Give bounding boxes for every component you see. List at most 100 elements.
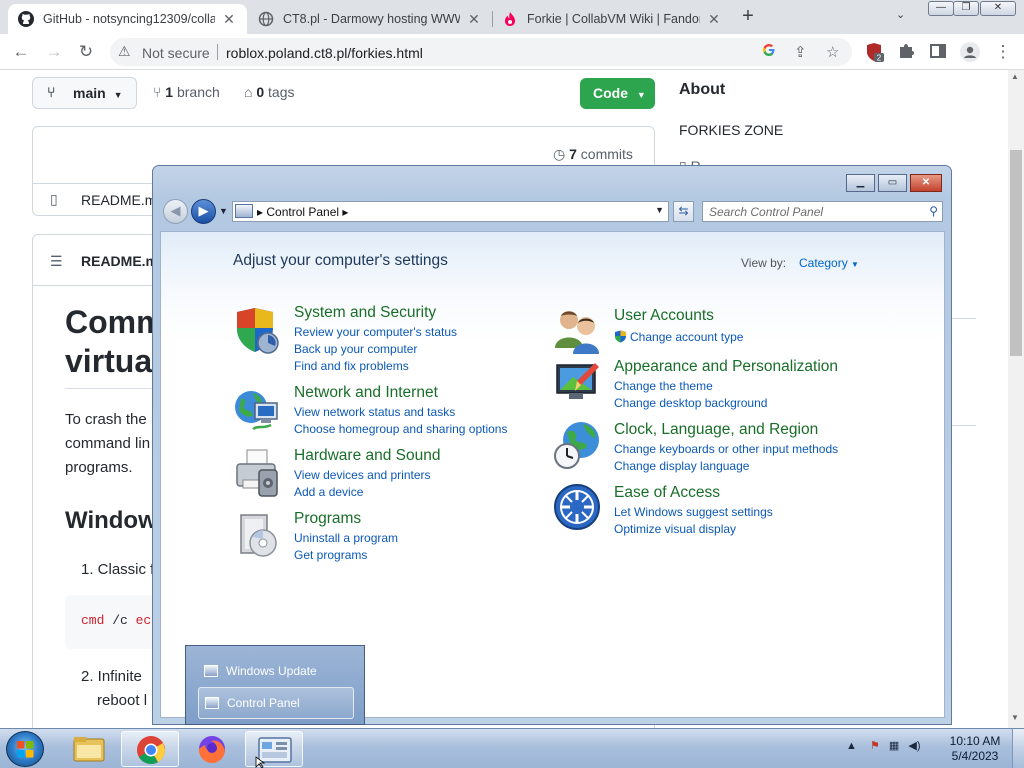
link-suggest-settings[interactable]: Let Windows suggest settings (614, 505, 773, 519)
list-item: reboot l (97, 692, 148, 709)
appearance-icon[interactable] (553, 359, 603, 409)
shield-icon[interactable] (233, 306, 283, 356)
link-review-status[interactable]: Review your computer's status (294, 325, 457, 339)
google-icon[interactable] (762, 43, 776, 61)
link-change-keyboards[interactable]: Change keyboards or other input methods (614, 442, 838, 456)
users-icon[interactable] (553, 306, 603, 356)
code-button[interactable]: Code ▼ (580, 78, 655, 109)
firefox-taskbar-button[interactable] (183, 731, 241, 767)
scrollbar-thumb[interactable] (1010, 150, 1022, 356)
view-by-dropdown[interactable]: Category ▼ (799, 256, 859, 270)
close-icon[interactable]: ✕ (706, 11, 722, 28)
network-icon[interactable] (233, 385, 283, 435)
category-system-security[interactable]: System and Security (294, 304, 436, 322)
warning-icon[interactable]: ⚠ (118, 43, 131, 60)
branch-select-button[interactable]: ⑂ main ▼ (32, 77, 137, 109)
cp-minimize-button[interactable]: ▁ (846, 174, 875, 192)
profile-avatar-icon[interactable] (960, 42, 980, 62)
link-change-theme[interactable]: Change the theme (614, 379, 713, 393)
new-tab-button[interactable]: + (737, 6, 759, 28)
tag-icon: ⌂ (244, 84, 253, 100)
globe-clock-icon[interactable] (553, 420, 603, 470)
link-find-fix[interactable]: Find and fix problems (294, 359, 409, 373)
window-close-button[interactable]: ✕ (980, 1, 1016, 16)
page-scrollbar[interactable]: ▲ ▼ (1008, 70, 1024, 728)
share-icon[interactable]: ⇪ (794, 43, 807, 61)
link-get-programs[interactable]: Get programs (294, 548, 367, 562)
scroll-down-icon[interactable]: ▼ (1011, 713, 1019, 722)
category-ease-of-access[interactable]: Ease of Access (614, 484, 720, 502)
show-hidden-icons[interactable]: ▲ (846, 740, 857, 752)
tab-ct8[interactable]: CT8.pl - Darmowy hosting WWW ✕ (248, 4, 492, 34)
forward-arrow-icon[interactable]: → (44, 42, 64, 62)
system-clock[interactable]: 10:10 AM 5/4/2023 (944, 734, 1006, 764)
readme-paragraph-line: programs. (65, 459, 133, 476)
cp-maximize-button[interactable]: ▭ (878, 174, 907, 192)
scroll-up-icon[interactable]: ▲ (1011, 72, 1019, 81)
link-back-up[interactable]: Back up your computer (294, 342, 417, 356)
tab-github[interactable]: GitHub - notsyncing12309/collab ✕ (8, 4, 247, 34)
link-add-device[interactable]: Add a device (294, 485, 363, 499)
link-uninstall[interactable]: Uninstall a program (294, 531, 398, 545)
taskbar-thumbnail-list: Windows Update Control Panel (185, 645, 365, 725)
link-optimize-display[interactable]: Optimize visual display (614, 522, 736, 536)
action-center-icon[interactable]: ⚑ (870, 740, 880, 752)
search-control-panel-input[interactable]: Search Control Panel ⚲ (702, 201, 943, 222)
printer-icon[interactable] (233, 448, 283, 498)
uac-shield-icon (614, 330, 627, 343)
list-icon[interactable]: ☰ (50, 253, 63, 270)
security-label[interactable]: Not secure (142, 45, 210, 61)
close-icon[interactable]: ✕ (466, 11, 482, 28)
search-icon[interactable]: ⚲ (929, 204, 938, 218)
tab-fandom[interactable]: Forkie | CollabVM Wiki | Fandom ✕ (492, 4, 732, 34)
category-clock-language[interactable]: Clock, Language, and Region (614, 421, 818, 439)
link-display-language[interactable]: Change display language (614, 459, 749, 473)
explorer-taskbar-button[interactable] (60, 731, 118, 767)
programs-icon[interactable] (233, 511, 283, 561)
show-desktop-button[interactable] (1012, 729, 1024, 768)
bookmark-star-icon[interactable]: ☆ (826, 43, 839, 61)
maximize-button[interactable]: ❐ (953, 1, 979, 16)
start-button[interactable] (6, 731, 44, 767)
accessibility-icon[interactable] (553, 483, 603, 533)
side-panel-icon[interactable] (928, 42, 948, 62)
url-text[interactable]: roblox.poland.ct8.pl/forkies.html (226, 45, 423, 61)
close-icon[interactable]: ✕ (221, 11, 237, 28)
control-panel-taskbar-button[interactable] (245, 731, 303, 767)
reload-icon[interactable]: ↻ (76, 42, 96, 62)
link-network-status[interactable]: View network status and tasks (294, 405, 455, 419)
history-dropdown-icon[interactable]: ▼ (219, 206, 228, 216)
link-change-account-type[interactable]: Change account type (630, 330, 743, 344)
category-hardware-sound[interactable]: Hardware and Sound (294, 447, 441, 465)
commits-link[interactable]: ◷ 7 commits (553, 146, 633, 163)
cp-close-button[interactable]: ✕ (910, 174, 942, 192)
category-network-internet[interactable]: Network and Internet (294, 384, 438, 402)
link-desktop-background[interactable]: Change desktop background (614, 396, 767, 410)
address-dropdown-icon[interactable]: ▼ (655, 205, 664, 215)
back-arrow-icon[interactable]: ← (11, 42, 31, 62)
category-user-accounts[interactable]: User Accounts (614, 307, 714, 325)
cp-address-bar[interactable]: ▸ Control Panel ▸ ▼ (232, 201, 669, 222)
network-tray-icon[interactable]: ▦ (889, 740, 899, 752)
category-appearance[interactable]: Appearance and Personalization (614, 358, 838, 376)
chrome-taskbar-button[interactable] (121, 731, 179, 767)
kebab-menu-icon[interactable]: ⋮ (993, 42, 1013, 62)
about-description: FORKIES ZONE (679, 122, 784, 138)
breadcrumb[interactable]: ▸ Control Panel ▸ (257, 205, 348, 219)
minimize-button[interactable]: — (928, 1, 954, 16)
preview-windows-update[interactable]: Windows Update (198, 656, 354, 688)
volume-icon[interactable]: ◀) (908, 740, 920, 752)
category-programs[interactable]: Programs (294, 510, 361, 528)
preview-control-panel[interactable]: Control Panel (198, 687, 354, 719)
address-bar[interactable]: ⚠ Not secure roblox.poland.ct8.pl/forkie… (110, 38, 852, 66)
puzzle-icon[interactable] (896, 42, 916, 62)
refresh-icon[interactable]: ⇆ (673, 201, 694, 222)
link-devices-printers[interactable]: View devices and printers (294, 468, 431, 482)
forward-arrow-icon[interactable]: ▶ (191, 199, 216, 224)
link-homegroup[interactable]: Choose homegroup and sharing options (294, 422, 507, 436)
extension-shield-icon[interactable]: 2 (864, 42, 884, 63)
branches-link[interactable]: ⑂ 1 branch (153, 84, 220, 100)
tags-link[interactable]: ⌂ 0 tags (244, 84, 295, 100)
tab-search-chevron-icon[interactable]: ⌄ (896, 8, 905, 21)
back-arrow-icon[interactable]: ◀ (163, 199, 188, 224)
